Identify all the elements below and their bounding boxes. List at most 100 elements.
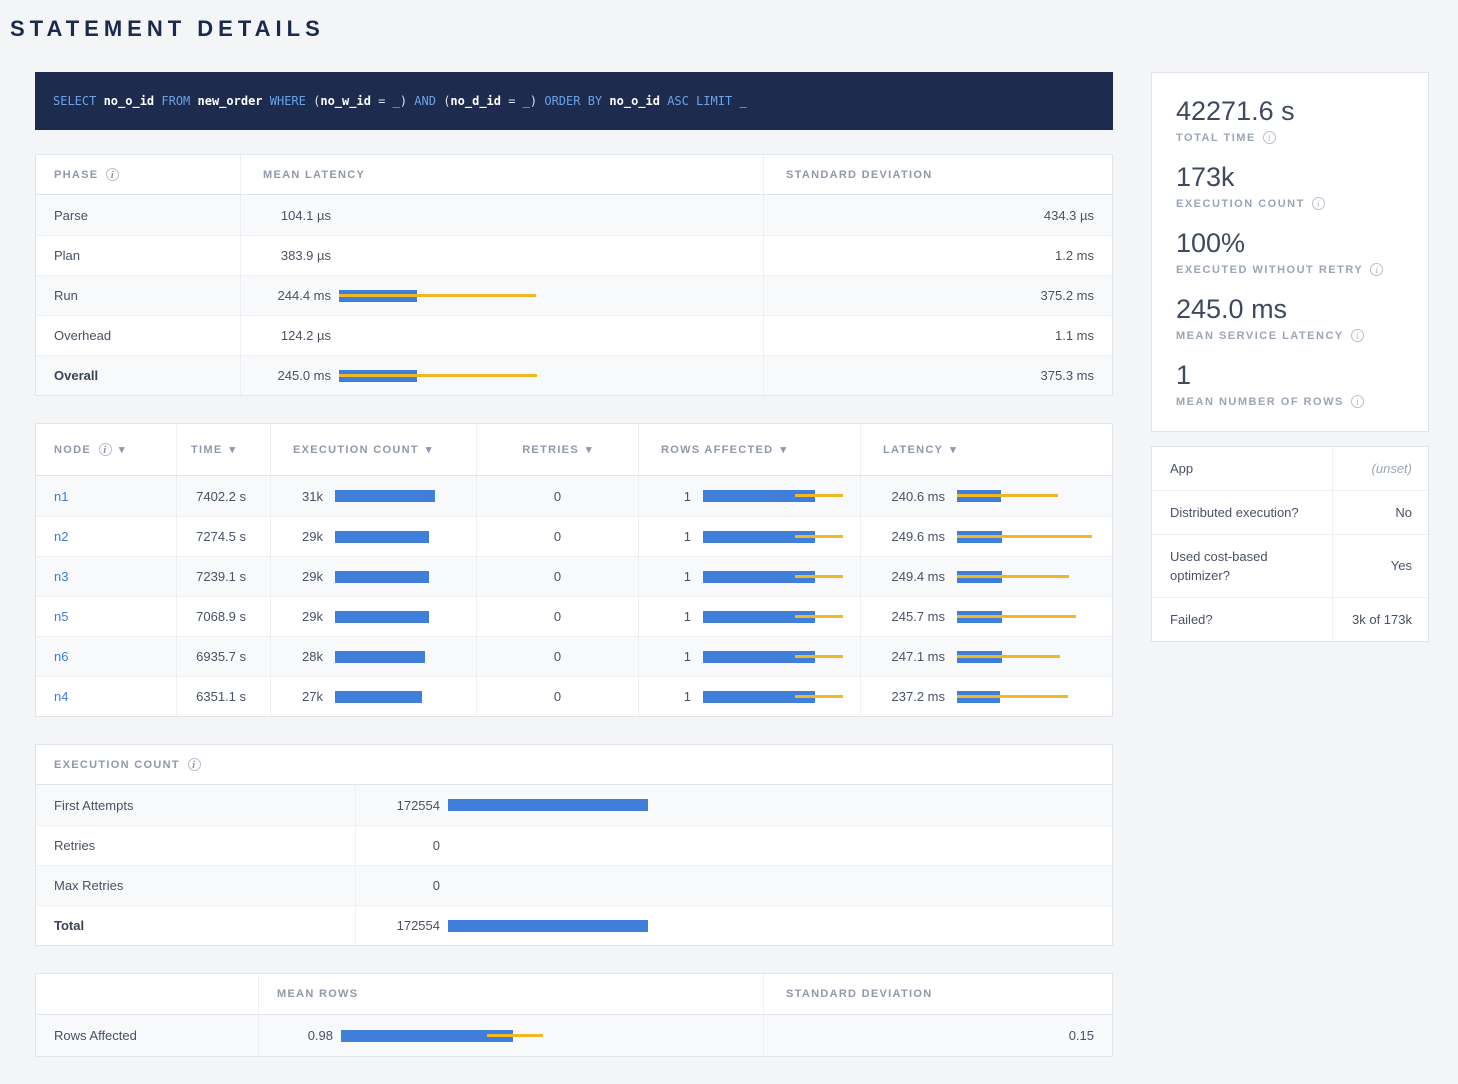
attribute-value: (unset) <box>1332 447 1428 490</box>
node-column-header[interactable]: NODE i ▾ <box>36 424 177 475</box>
mean-bar <box>335 571 429 583</box>
info-icon[interactable]: i <box>1312 197 1325 210</box>
retries-column-header[interactable]: RETRIES ▾ <box>477 424 639 475</box>
latency-cell: 240.6 ms <box>861 476 1112 516</box>
phase-row: Plan383.9 µs1.2 ms <box>36 235 1112 275</box>
node-link[interactable]: n2 <box>54 529 68 544</box>
execution-count-bar <box>335 517 476 556</box>
stddev-value: 0.15 <box>1069 1028 1094 1043</box>
summary-sidebar: 42271.6 sTOTAL TIMEi173kEXECUTION COUNTi… <box>1151 72 1429 642</box>
info-icon[interactable]: i <box>1263 131 1276 144</box>
node-row: n27274.5 s29k01249.6 ms <box>36 516 1112 556</box>
phase-label: Plan <box>54 248 80 263</box>
node-link[interactable]: n4 <box>54 689 68 704</box>
node-row: n17402.2 s31k01240.6 ms <box>36 476 1112 516</box>
time-value: 6351.1 s <box>196 689 246 704</box>
rows-affected-label-cell: Rows Affected <box>36 1015 259 1056</box>
info-icon[interactable]: i <box>1351 395 1364 408</box>
stddev-value: 1.1 ms <box>1055 328 1094 343</box>
rows-affected-value: 1 <box>651 649 691 664</box>
execution-count-label-cell: Max Retries <box>36 866 356 905</box>
time-column-header[interactable]: TIME ▾ <box>177 424 271 475</box>
node-link[interactable]: n3 <box>54 569 68 584</box>
mean-bar <box>335 611 429 623</box>
attribute-value: No <box>1332 491 1428 534</box>
execution-count-label-cell: Total <box>36 906 356 945</box>
sql-token: _ <box>739 94 746 108</box>
execution-count-bar <box>335 637 476 676</box>
mean-latency-value: 245.0 ms <box>263 368 331 383</box>
execution-count-row-bar <box>448 866 1112 905</box>
latency-bar <box>957 677 1112 716</box>
execution-count-bar <box>335 557 476 596</box>
stddev-whisker <box>957 575 1069 578</box>
rows-affected-cell: 1 <box>639 677 861 716</box>
info-icon[interactable]: i <box>99 443 112 456</box>
execution-count-column-header[interactable]: EXECUTION COUNT ▾ <box>271 424 477 475</box>
mean-latency-cell: 383.9 µs <box>241 236 764 275</box>
latency-cell: 237.2 ms <box>861 677 1112 716</box>
latency-bar <box>957 517 1112 556</box>
rows-affected-cell: 1 <box>639 476 861 516</box>
phase-header-label: PHASE <box>54 169 98 181</box>
execution-count-value: 29k <box>283 569 323 584</box>
execution-count-cell: 28k <box>271 637 477 676</box>
time-cell: 6935.7 s <box>177 637 271 676</box>
node-row: n46351.1 s27k01237.2 ms <box>36 676 1112 716</box>
retries-value: 0 <box>554 689 561 704</box>
stddev-header-label: STANDARD DEVIATION <box>786 169 932 181</box>
rows-affected-column-header[interactable]: ROWS AFFECTED ▾ <box>639 424 861 475</box>
mean-latency-cell: 104.1 µs <box>241 195 764 235</box>
sort-arrow-icon[interactable]: ▾ <box>780 443 787 456</box>
latency-cell: 247.1 ms <box>861 637 1112 676</box>
execution-count-cell: 31k <box>271 476 477 516</box>
execution-count-row-label: Retries <box>54 838 95 853</box>
stat-label: EXECUTED WITHOUT RETRYi <box>1176 263 1404 276</box>
phase-row: Run244.4 ms375.2 ms <box>36 275 1112 315</box>
retries-value: 0 <box>554 609 561 624</box>
node-link[interactable]: n1 <box>54 489 68 504</box>
node-table-header: NODE i ▾ TIME ▾ EXECUTION COUNT ▾ RETRIE… <box>36 424 1112 476</box>
sql-statement-box: SELECT no_o_id FROM new_order WHERE (no_… <box>35 72 1113 130</box>
info-icon[interactable]: i <box>1370 263 1383 276</box>
rows-affected-bar <box>703 597 860 636</box>
mean-latency-bar <box>339 276 763 315</box>
phase-cell: Parse <box>36 195 241 235</box>
execution-count-row: Max Retries0 <box>36 865 1112 905</box>
node-header-label: NODE <box>54 444 91 456</box>
execution-count-value: 29k <box>283 609 323 624</box>
node-link[interactable]: n5 <box>54 609 68 624</box>
info-icon[interactable]: i <box>188 758 201 771</box>
rows-affected-table-body: Rows Affected0.980.15 <box>36 1015 1112 1056</box>
rows-affected-value: 1 <box>651 489 691 504</box>
node-link[interactable]: n6 <box>54 649 68 664</box>
execution-count-label-cell: Retries <box>36 826 356 865</box>
execution-count-value: 31k <box>283 489 323 504</box>
latency-column-header[interactable]: LATENCY ▾ <box>861 424 1112 475</box>
page-layout: SELECT no_o_id FROM new_order WHERE (no_… <box>35 72 1458 1084</box>
sql-token: no_o_id <box>104 94 162 108</box>
stddev-cell: 375.3 ms <box>764 356 1112 395</box>
sort-arrow-icon[interactable]: ▾ <box>119 443 126 456</box>
info-icon[interactable]: i <box>106 168 119 181</box>
stat-label: TOTAL TIMEi <box>1176 131 1404 144</box>
stddev-whisker <box>957 695 1068 698</box>
sql-token: no_o_id <box>609 94 667 108</box>
sort-arrow-icon[interactable]: ▾ <box>229 443 236 456</box>
mean-latency-value: 244.4 ms <box>263 288 331 303</box>
sort-arrow-icon[interactable]: ▾ <box>426 443 433 456</box>
sort-arrow-icon[interactable]: ▾ <box>950 443 957 456</box>
phase-cell: Overall <box>36 356 241 395</box>
time-value: 7274.5 s <box>196 529 246 544</box>
execution-count-row: First Attempts172554 <box>36 785 1112 825</box>
rows-affected-value: 1 <box>651 609 691 624</box>
rows-affected-bar <box>703 557 860 596</box>
rows-affected-blank-header <box>36 974 259 1014</box>
info-icon[interactable]: i <box>1351 329 1364 342</box>
node-cell: n1 <box>36 476 177 516</box>
summary-stat: 100%EXECUTED WITHOUT RETRYi <box>1176 227 1404 276</box>
sort-arrow-icon[interactable]: ▾ <box>586 443 593 456</box>
execution-count-label-cell: First Attempts <box>36 785 356 825</box>
phase-row: Overhead124.2 µs1.1 ms <box>36 315 1112 355</box>
mean-latency-bar <box>339 316 763 355</box>
